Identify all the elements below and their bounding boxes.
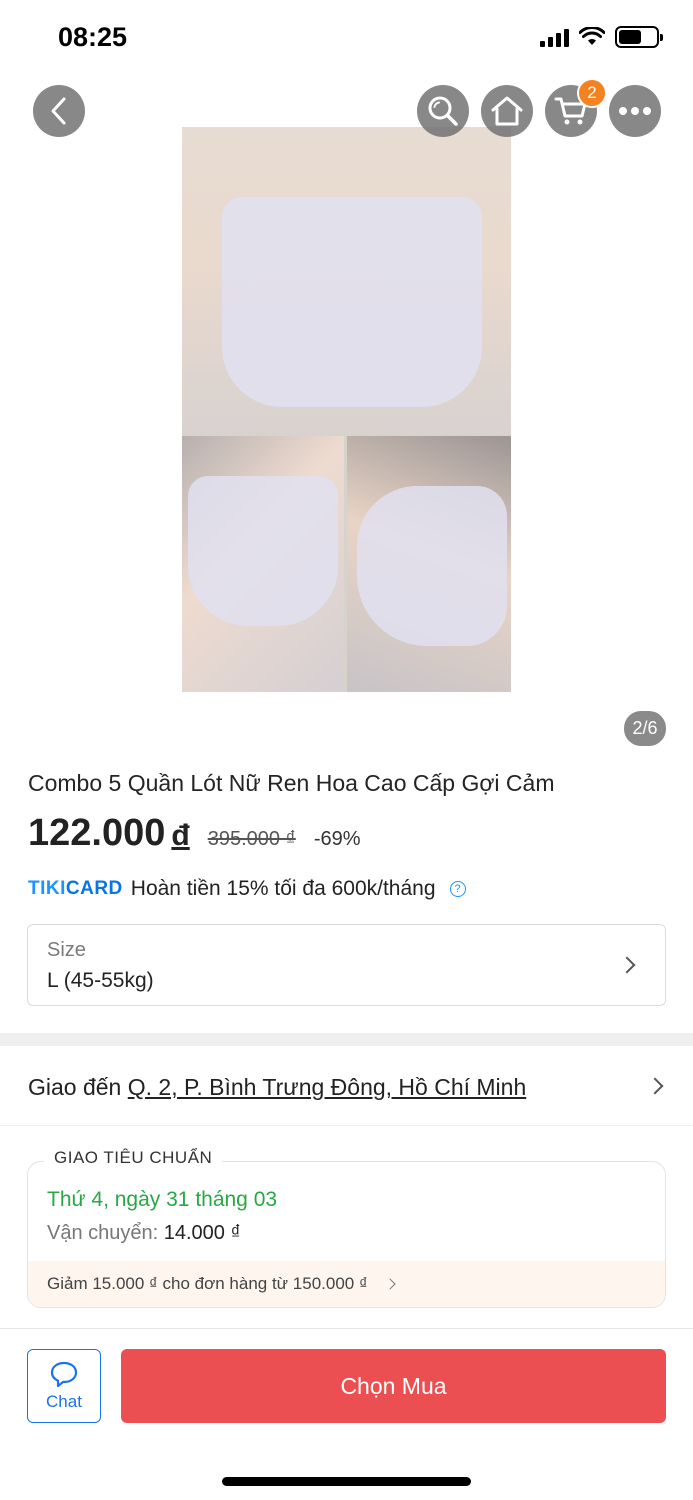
shipping-fee-label: Vận chuyển: [47,1222,164,1244]
signal-icon [540,27,569,47]
product-photo-front [182,127,511,433]
tikicard-text: Hoàn tiền 15% tối đa 600k/tháng [130,877,436,900]
delivery-date: Thứ 4, ngày 31 tháng 03 [47,1188,278,1211]
product-title: Combo 5 Quần Lót Nữ Ren Hoa Cao Cấp Gợi … [28,770,555,796]
shipping-method-tag: GIAO TIÊU CHUẨN [44,1148,223,1168]
battery-icon [615,26,663,48]
price-value: 122.000 [28,812,166,854]
status-bar: 08:25 [0,0,693,78]
chat-bubble-icon [50,1361,78,1388]
price-currency: đ [171,819,190,852]
home-button[interactable] [481,85,533,137]
size-value: L (45-55kg) [47,969,154,992]
chat-label: Chat [46,1392,82,1411]
delivery-text: Giao đến Q. 2, P. Bình Trưng Đông, Hồ Ch… [28,1074,526,1101]
original-price: 395.000 ₫ [207,828,296,850]
chevron-right-icon [646,1077,664,1095]
discount-badge: -69% [313,828,361,850]
image-page-indicator: 2/6 [624,711,666,746]
shipping-option-card: Thứ 4, ngày 31 tháng 03 Vận chuyển: 14.0… [27,1161,666,1308]
shipping-promo[interactable]: Giảm 15.000 ₫ cho đơn hàng từ 150.000 ₫ [28,1261,665,1307]
delivery-prefix: Giao đến [28,1074,128,1100]
more-icon [619,107,651,115]
shipping-fee-value: 14.000 ₫ [163,1222,241,1244]
product-photo-back [347,436,511,692]
buy-button[interactable]: Chọn Mua [121,1349,666,1423]
chat-button[interactable]: Chat [27,1349,101,1423]
shipping-promo-text: Giảm 15.000 ₫ cho đơn hàng từ 150.000 ₫ [47,1274,368,1293]
price-row: 122.000 đ 395.000 ₫ -69% [28,812,361,855]
tikicard-logo: TIKICARD [28,878,123,900]
shipping-fee: Vận chuyển: 14.000 ₫ [47,1222,241,1245]
product-page: 08:25 2 2/6 Combo 5 Quần Lót Nữ Ren Hoa … [0,0,693,1500]
delivery-address-row[interactable]: Giao đến Q. 2, P. Bình Trưng Đông, Hồ Ch… [0,1046,693,1126]
product-image-gallery[interactable] [182,127,511,692]
tikicard-cashback-row[interactable]: TIKICARD Hoàn tiền 15% tối đa 600k/tháng… [28,877,466,901]
product-photo-side [182,436,344,692]
cart-button[interactable]: 2 [545,78,607,137]
wifi-icon [579,27,605,45]
status-time: 08:25 [58,22,128,52]
status-icons [540,26,663,48]
help-icon[interactable]: ? [449,881,466,897]
back-button[interactable] [33,85,85,137]
tikicard-logo-tiki: TIKI [28,878,66,899]
tikicard-logo-card: CARD [65,878,123,899]
chevron-right-icon [618,956,636,974]
bottom-bar-divider [0,1328,693,1329]
chevron-right-icon [384,1278,396,1290]
home-icon [491,96,523,126]
current-price: 122.000 đ [28,812,190,855]
search-button[interactable] [417,85,469,137]
search-icon [428,96,458,126]
more-options-button[interactable] [609,85,661,137]
size-selector[interactable]: Size L (45-55kg) [27,924,666,1006]
size-label: Size [47,939,86,961]
home-indicator[interactable] [222,1477,471,1486]
cart-count-badge: 2 [577,78,607,108]
delivery-address[interactable]: Q. 2, P. Bình Trưng Đông, Hồ Chí Minh [128,1074,527,1100]
section-divider [0,1033,693,1046]
chevron-left-icon [51,97,66,125]
